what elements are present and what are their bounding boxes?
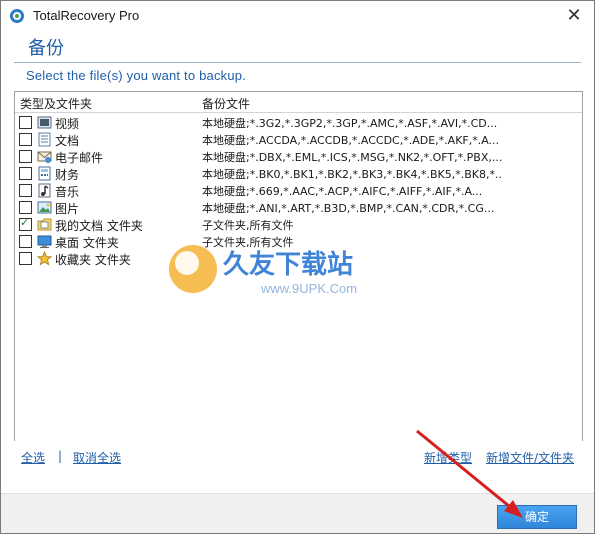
list-item[interactable]: 音乐 本地硬盘;*.669,*.AAC,*.ACP,*.AIFC,*.AIFF,… — [15, 182, 582, 199]
row-name: 视频 — [55, 117, 80, 131]
column-header-files[interactable]: 备份文件 — [202, 95, 250, 112]
title-divider — [14, 62, 581, 63]
window-title: TotalRecovery Pro — [33, 8, 140, 23]
row-files: 本地硬盘;*.ACCDA,*.ACCDB,*.ACCDC,*.ADE,*.AKF… — [202, 134, 500, 147]
picture-icon — [37, 201, 52, 214]
video-icon — [37, 116, 52, 129]
row-checkbox[interactable] — [19, 150, 32, 163]
music-icon — [38, 183, 51, 198]
list-item[interactable]: 视频 本地硬盘;*.3G2,*.3GP2,*.3GP,*.AMC,*.ASF,*… — [15, 114, 582, 131]
list-item[interactable]: 我的文档 文件夹 子文件夹,所有文件 — [15, 216, 582, 233]
favorites-star-icon — [37, 251, 52, 266]
finance-icon — [38, 166, 51, 181]
row-files: 本地硬盘;*.ANI,*.ART,*.B3D,*.BMP,*.CAN,*.CDR… — [202, 202, 495, 215]
app-icon — [10, 9, 24, 23]
watermark-cn-text: 久友下载站 — [223, 250, 353, 280]
row-name: 我的文档 文件夹 — [55, 219, 143, 233]
list-item[interactable]: 文档 本地硬盘;*.ACCDA,*.ACCDB,*.ACCDC,*.ADE,*.… — [15, 131, 582, 148]
row-checkbox[interactable] — [19, 216, 32, 231]
email-icon — [37, 151, 52, 163]
backup-dialog: TotalRecovery Pro ✕ 备份 Select the file(s… — [0, 0, 595, 534]
row-files: 本地硬盘;*.3G2,*.3GP2,*.3GP,*.AMC,*.ASF,*.AV… — [202, 117, 498, 130]
close-button[interactable]: ✕ — [562, 5, 586, 27]
new-type-link[interactable]: 新增类型 — [424, 449, 472, 466]
row-checkbox[interactable] — [19, 252, 32, 265]
close-icon: ✕ — [566, 5, 582, 26]
row-name: 桌面 文件夹 — [55, 236, 119, 250]
row-checkbox[interactable] — [19, 167, 32, 180]
deselect-all-link[interactable]: 取消全选 — [73, 449, 121, 466]
list-item[interactable]: 财务 本地硬盘;*.BK0,*.BK1,*.BK2,*.BK3,*.BK4,*.… — [15, 165, 582, 182]
list-item[interactable]: 电子邮件 本地硬盘;*.DBX,*.EML,*.ICS,*.MSG,*.NK2,… — [15, 148, 582, 165]
watermark-logo: 久友下载站 www.9UPK.Com — [169, 245, 357, 296]
column-header-type[interactable]: 类型及文件夹 — [20, 95, 92, 112]
row-name: 文档 — [55, 134, 80, 148]
row-files: 子文件夹,所有文件 — [202, 219, 294, 232]
row-checkbox[interactable] — [19, 235, 32, 248]
row-name: 收藏夹 文件夹 — [55, 253, 131, 267]
row-files: 本地硬盘;*.669,*.AAC,*.ACP,*.AIFC,*.AIFF,*.A… — [202, 185, 483, 198]
my-documents-folder-icon — [37, 218, 52, 231]
row-files: 本地硬盘;*.DBX,*.EML,*.ICS,*.MSG,*.NK2,*.OFT… — [202, 151, 502, 164]
list-item[interactable]: 图片 本地硬盘;*.ANI,*.ART,*.B3D,*.BMP,*.CAN,*.… — [15, 199, 582, 216]
row-checkbox[interactable] — [19, 133, 32, 146]
section-title: 备份 — [28, 38, 64, 59]
link-separator: | — [58, 449, 63, 463]
ok-button[interactable]: 确定 — [497, 505, 577, 529]
row-checkbox[interactable] — [19, 116, 32, 129]
row-name: 电子邮件 — [55, 151, 104, 165]
new-file-folder-link[interactable]: 新增文件/文件夹 — [486, 449, 574, 466]
title-bar: TotalRecovery Pro ✕ — [1, 1, 594, 31]
watermark-url-text: www.9UPK.Com — [260, 281, 357, 296]
row-name: 财务 — [55, 168, 80, 182]
document-icon — [38, 132, 51, 147]
select-all-link[interactable]: 全选 — [21, 449, 45, 466]
row-checkbox[interactable] — [19, 201, 32, 214]
row-checkbox[interactable] — [19, 184, 32, 197]
row-files: 本地硬盘;*.BK0,*.BK1,*.BK2,*.BK3,*.BK4,*.BK5… — [202, 168, 502, 181]
row-name: 图片 — [55, 202, 80, 216]
instruction-text: Select the file(s) you want to backup. — [26, 68, 247, 83]
desktop-folder-icon — [37, 235, 52, 248]
row-name: 音乐 — [55, 185, 80, 199]
list-header: 类型及文件夹 备份文件 — [15, 92, 582, 113]
